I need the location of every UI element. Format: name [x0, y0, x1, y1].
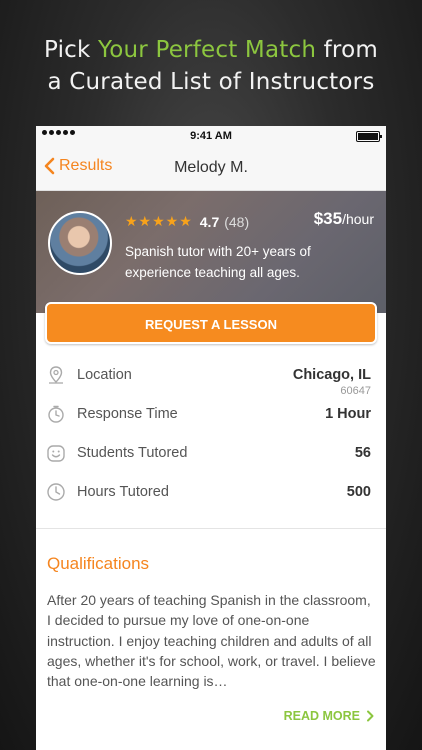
tutor-bio: Spanish tutor with 20+ years of experien… — [125, 244, 311, 280]
stat-label: Location — [77, 367, 132, 383]
clock-icon — [47, 483, 65, 501]
stat-row-response-time: Response Time 1 Hour — [36, 395, 386, 434]
qualifications-text: After 20 years of teaching Spanish in th… — [47, 592, 376, 690]
stat-value: 1 Hour — [325, 406, 371, 422]
review-count: (48) — [224, 213, 250, 230]
smiley-icon — [47, 445, 65, 462]
status-bar: 9:41 AM — [36, 126, 386, 146]
request-lesson-button[interactable]: REQUEST A LESSON — [45, 302, 377, 344]
headline-text: from — [316, 37, 378, 63]
phone-screen: 9:41 AM Results Melody M. ★★★★★ 4.7 (48)… — [36, 126, 386, 750]
battery-icon — [356, 131, 382, 142]
stat-value: 56 — [354, 445, 371, 461]
stat-value: Chicago, IL — [292, 367, 371, 383]
headline-line-2: a Curated List of Instructors — [47, 69, 375, 95]
headline-text: Pick — [44, 37, 99, 63]
headline-accent: Your Perfect Match — [98, 37, 317, 63]
stat-value: 500 — [346, 484, 371, 500]
promo-headline: Pick Your Perfect Match from a Curated L… — [0, 34, 422, 98]
stat-row-location: Location Chicago, IL 60647 — [36, 356, 386, 397]
price-unit: /hour — [342, 211, 374, 227]
stat-row-hours-tutored: Hours Tutored 500 — [36, 473, 386, 512]
hourly-price: $35/hour — [314, 209, 374, 229]
location-pin-icon — [49, 366, 63, 384]
profile-header: ★★★★★ 4.7 (48) $35/hour Spanish tutor wi… — [36, 191, 386, 313]
read-more-link[interactable]: READ MORE — [284, 709, 374, 723]
rating-score: 4.7 — [199, 213, 220, 230]
avatar — [48, 211, 112, 275]
status-time: 9:41 AM — [190, 130, 232, 142]
chevron-right-icon — [367, 710, 374, 722]
stat-label: Response Time — [77, 406, 178, 422]
stopwatch-icon — [48, 405, 64, 423]
star-rating-icon: ★★★★★ — [125, 213, 193, 229]
qualifications-title: Qualifications — [47, 554, 150, 573]
section-divider — [36, 528, 386, 529]
rating: ★★★★★ 4.7 (48) — [125, 213, 249, 230]
headline-line-1: Pick Your Perfect Match from — [0, 34, 422, 66]
page-title: Melody M. — [174, 159, 248, 176]
stat-label: Hours Tutored — [77, 484, 169, 500]
price-amount: $35 — [313, 209, 343, 228]
stat-label: Students Tutored — [77, 445, 188, 461]
read-more-label: READ MORE — [283, 709, 360, 723]
stats-list: Location Chicago, IL 60647 Response Time… — [36, 356, 386, 512]
nav-bar: Results Melody M. — [36, 146, 386, 191]
stat-row-students-tutored: Students Tutored 56 — [36, 434, 386, 473]
